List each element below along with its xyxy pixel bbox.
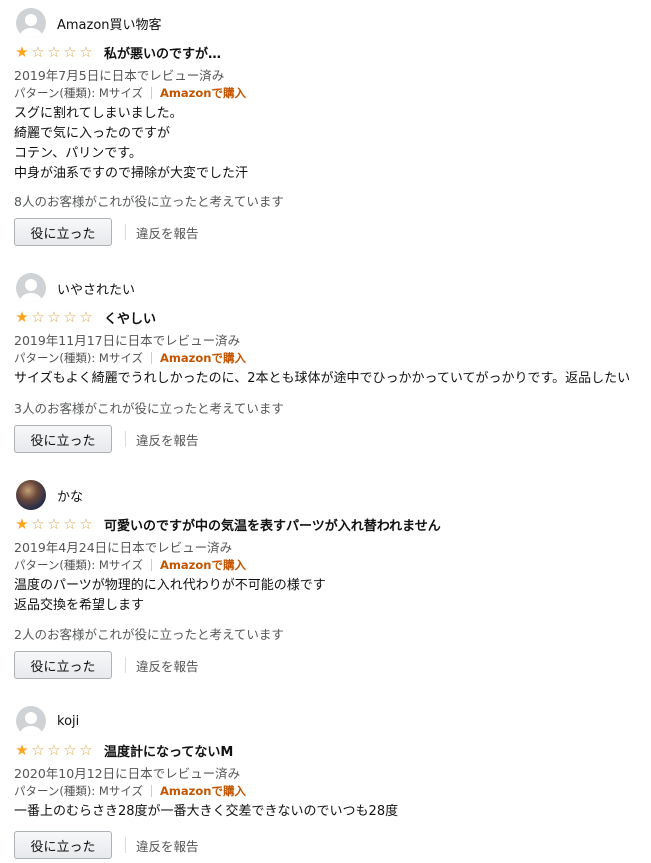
report-abuse-link[interactable]: 違反を報告 <box>136 656 199 675</box>
helpful-count: 3人のお客様がこれが役に立ったと考えています <box>14 401 284 416</box>
divider <box>151 785 153 797</box>
review-body-line: コテン、パリンです。 <box>14 146 142 161</box>
report-abuse-link[interactable]: 違反を報告 <box>136 223 199 242</box>
verified-purchase-badge: Amazonで購入 <box>160 558 246 572</box>
helpful-button[interactable]: 役に立った <box>14 425 112 453</box>
variant-label[interactable]: パターン(種類): Mサイズ <box>14 557 143 573</box>
star-empty-icon: ☆ <box>79 307 93 326</box>
review-meta: パターン(種類): Mサイズ Amazonで購入 <box>14 85 246 101</box>
report-abuse-link[interactable]: 違反を報告 <box>136 430 199 449</box>
review-title[interactable]: くやしい <box>104 308 156 327</box>
star-empty-icon: ☆ <box>47 307 61 326</box>
variant-label[interactable]: パターン(種類): Mサイズ <box>14 85 143 101</box>
review-title[interactable]: 可愛いのですが中の気温を表すパーツが入れ替われません <box>104 515 441 534</box>
helpful-button[interactable]: 役に立った <box>14 218 112 246</box>
review-date: 2019年4月24日に日本でレビュー済み <box>14 540 233 555</box>
review-body-line: 温度のパーツが物理的に入れ代わりが不可能の様です <box>14 578 326 593</box>
review-body-line: 返品交換を希望します <box>14 598 145 613</box>
star-filled-icon: ★ <box>15 307 29 326</box>
review-body-line: サイズもよく綺麗でうれしかったのに、2本とも球体が途中でひっかかっていてがっかり… <box>14 371 631 386</box>
star-empty-icon: ☆ <box>47 740 61 759</box>
helpful-count: 2人のお客様がこれが役に立ったと考えています <box>14 627 284 642</box>
star-rating[interactable]: ★ ☆ ☆ ☆ ☆ <box>14 514 94 533</box>
star-empty-icon: ☆ <box>63 42 77 61</box>
star-rating[interactable]: ★ ☆ ☆ ☆ ☆ <box>14 307 94 326</box>
reviewer-profile[interactable]: koji <box>14 705 79 737</box>
avatar <box>16 706 46 736</box>
helpful-button[interactable]: 役に立った <box>14 831 112 859</box>
verified-purchase-badge: Amazonで購入 <box>160 351 246 365</box>
avatar <box>16 8 46 38</box>
review-card: かな ★ ☆ ☆ ☆ ☆ 可愛いのですが中の気温を表すパーツが入れ替われません … <box>14 479 644 689</box>
review-title[interactable]: 温度計になってないM <box>104 741 233 760</box>
review-body: 一番上のむらさき28度が一番大きく交差できないのでいつも28度 <box>14 802 398 822</box>
star-empty-icon: ☆ <box>63 307 77 326</box>
reviewer-name[interactable]: かな <box>57 486 83 505</box>
star-empty-icon: ☆ <box>79 514 93 533</box>
divider <box>125 431 126 447</box>
divider <box>125 837 126 853</box>
review-date: 2019年7月5日に日本でレビュー済み <box>14 68 225 83</box>
divider <box>125 224 126 240</box>
review-meta: パターン(種類): Mサイズ Amazonで購入 <box>14 350 246 366</box>
review-body-line: 中身が油系ですので掃除が大変でした汗 <box>14 166 249 181</box>
review-body-line: スグに割れてしまいました。 <box>14 106 183 121</box>
star-empty-icon: ☆ <box>63 740 77 759</box>
review-date: 2019年11月17日に日本でレビュー済み <box>14 333 241 348</box>
reviewer-profile[interactable]: かな <box>14 479 83 511</box>
avatar <box>16 480 46 510</box>
report-abuse-link[interactable]: 違反を報告 <box>136 836 199 855</box>
star-filled-icon: ★ <box>15 42 29 61</box>
divider <box>125 657 126 673</box>
review-meta: パターン(種類): Mサイズ Amazonで購入 <box>14 557 246 573</box>
helpful-button[interactable]: 役に立った <box>14 651 112 679</box>
divider <box>151 352 153 364</box>
divider <box>151 559 153 571</box>
star-empty-icon: ☆ <box>79 42 93 61</box>
star-empty-icon: ☆ <box>31 740 45 759</box>
reviewer-name[interactable]: Amazon買い物客 <box>57 14 162 33</box>
review-meta: パターン(種類): Mサイズ Amazonで購入 <box>14 783 246 799</box>
review-card: koji ★ ☆ ☆ ☆ ☆ 温度計になってないM 2020年10月12日に日本… <box>14 705 644 863</box>
verified-purchase-badge: Amazonで購入 <box>160 86 246 100</box>
star-empty-icon: ☆ <box>31 514 45 533</box>
star-empty-icon: ☆ <box>79 740 93 759</box>
star-rating[interactable]: ★ ☆ ☆ ☆ ☆ <box>14 740 94 759</box>
review-card: いやされたい ★ ☆ ☆ ☆ ☆ くやしい 2019年11月17日に日本でレビュ… <box>14 272 644 462</box>
reviewer-name[interactable]: koji <box>57 714 79 729</box>
star-filled-icon: ★ <box>15 740 29 759</box>
reviewer-name[interactable]: いやされたい <box>57 279 135 298</box>
review-date: 2020年10月12日に日本でレビュー済み <box>14 766 241 781</box>
review-body: スグに割れてしまいました。 綺麗で気に入ったのですが コテン、パリンです。 中身… <box>14 104 248 184</box>
star-filled-icon: ★ <box>15 514 29 533</box>
review-body-line: 一番上のむらさき28度が一番大きく交差できないのでいつも28度 <box>14 804 399 819</box>
star-empty-icon: ☆ <box>47 514 61 533</box>
star-empty-icon: ☆ <box>63 514 77 533</box>
review-title[interactable]: 私が悪いのですが… <box>104 43 221 62</box>
helpful-count: 8人のお客様がこれが役に立ったと考えています <box>14 194 284 209</box>
variant-label[interactable]: パターン(種類): Mサイズ <box>14 783 143 799</box>
divider <box>151 87 153 99</box>
star-empty-icon: ☆ <box>31 307 45 326</box>
reviewer-profile[interactable]: Amazon買い物客 <box>14 7 162 39</box>
review-body: サイズもよく綺麗でうれしかったのに、2本とも球体が途中でひっかかっていてがっかり… <box>14 369 630 389</box>
verified-purchase-badge: Amazonで購入 <box>160 784 246 798</box>
review-body: 温度のパーツが物理的に入れ代わりが不可能の様です 返品交換を希望します <box>14 576 326 616</box>
star-empty-icon: ☆ <box>47 42 61 61</box>
avatar <box>16 273 46 303</box>
variant-label[interactable]: パターン(種類): Mサイズ <box>14 350 143 366</box>
review-body-line: 綺麗で気に入ったのですが <box>14 126 171 141</box>
star-empty-icon: ☆ <box>31 42 45 61</box>
star-rating[interactable]: ★ ☆ ☆ ☆ ☆ <box>14 42 94 61</box>
reviewer-profile[interactable]: いやされたい <box>14 272 135 304</box>
review-card: Amazon買い物客 ★ ☆ ☆ ☆ ☆ 私が悪いのですが… 2019年7月5日… <box>14 7 644 257</box>
